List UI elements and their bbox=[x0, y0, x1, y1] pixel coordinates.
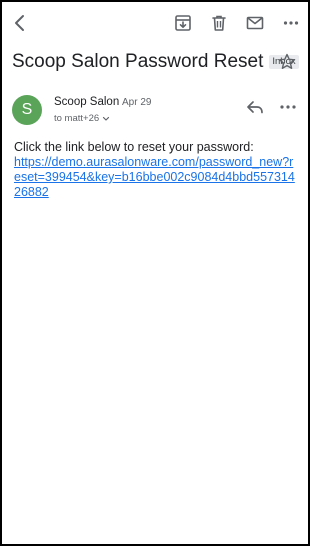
reply-icon bbox=[247, 101, 263, 114]
delete-button[interactable] bbox=[207, 11, 231, 35]
sent-date: Apr 29 bbox=[122, 97, 152, 108]
mark-unread-button[interactable] bbox=[243, 11, 267, 35]
star-icon bbox=[279, 53, 295, 69]
sender-name: Scoop Salon bbox=[54, 96, 120, 108]
subject-row: Scoop Salon Password Reset Inbox bbox=[12, 48, 299, 76]
back-button[interactable] bbox=[8, 11, 32, 35]
body-intro-text: Click the link below to reset your passw… bbox=[14, 140, 254, 154]
envelope-icon bbox=[246, 16, 264, 30]
trash-icon bbox=[212, 15, 226, 31]
archive-icon bbox=[175, 15, 191, 31]
more-options-button[interactable] bbox=[279, 11, 303, 35]
sender-row: S Scoop Salon Apr 29 to matt+26 bbox=[12, 95, 298, 127]
recipients-text: to matt+26 bbox=[54, 113, 100, 124]
reply-button[interactable] bbox=[245, 97, 265, 117]
chevron-down-icon bbox=[103, 116, 110, 121]
email-body: Click the link below to reset your passw… bbox=[14, 140, 298, 200]
star-button[interactable] bbox=[277, 52, 297, 72]
archive-button[interactable] bbox=[171, 11, 195, 35]
more-horizontal-icon bbox=[280, 105, 296, 109]
password-reset-link[interactable]: https://demo.aurasalonware.com/password_… bbox=[14, 155, 295, 199]
email-subject: Scoop Salon Password Reset bbox=[12, 51, 264, 72]
top-toolbar bbox=[2, 2, 308, 44]
recipients-toggle[interactable]: to matt+26 bbox=[54, 113, 110, 125]
message-more-button[interactable] bbox=[278, 97, 298, 117]
avatar[interactable]: S bbox=[12, 95, 42, 125]
chevron-left-icon bbox=[15, 15, 24, 31]
more-horizontal-icon bbox=[283, 21, 299, 25]
